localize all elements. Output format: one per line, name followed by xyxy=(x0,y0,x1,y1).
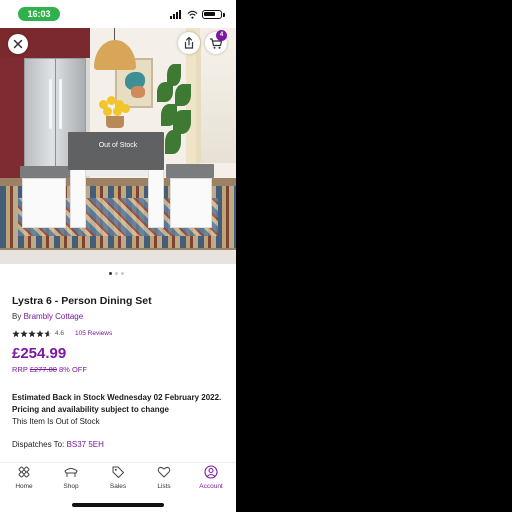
star-icon-filled xyxy=(12,330,20,338)
heart-icon xyxy=(157,466,171,478)
nav-sales-label: Sales xyxy=(109,483,127,490)
nav-shop[interactable]: Shop xyxy=(51,465,91,495)
close-button[interactable] xyxy=(8,34,28,54)
sale-price: £254.99 xyxy=(12,345,67,362)
account-icon xyxy=(204,465,218,479)
home-indicator[interactable] xyxy=(72,503,164,507)
stock-info: Estimated Back in Stock Wednesday 02 Feb… xyxy=(12,392,227,428)
battery-icon xyxy=(202,10,222,19)
dispatch-line: Dispatches To: BS37 5EH xyxy=(12,440,104,449)
flower-pot xyxy=(106,116,124,128)
star-icon-filled xyxy=(36,330,44,338)
rating-value: 4.6 xyxy=(55,330,65,337)
sales-tag-icon xyxy=(112,466,124,478)
back-in-stock-text: Estimated Back in Stock Wednesday 02 Feb… xyxy=(12,393,222,402)
window xyxy=(196,38,236,163)
review-count-link[interactable]: 105 Reviews xyxy=(75,330,112,337)
nav-lists[interactable]: Lists xyxy=(144,465,184,495)
bottom-nav: Home Shop Sales Lists Account xyxy=(0,462,236,496)
nav-shop-label: Shop xyxy=(63,483,79,490)
share-button[interactable] xyxy=(178,32,200,54)
rrp-line: RRP £277.80 8% OFF xyxy=(12,365,87,374)
nav-lists-label: Lists xyxy=(157,483,171,490)
cart-count-badge: 4 xyxy=(216,30,227,41)
dispatch-label: Dispatches To: xyxy=(12,440,65,449)
product-image[interactable]: Out of Stock xyxy=(0,28,236,264)
discount-label: 8% OFF xyxy=(59,365,87,374)
nav-account-label: Account xyxy=(199,483,223,490)
nav-account[interactable]: Account xyxy=(191,465,231,495)
home-icon xyxy=(18,466,30,478)
star-icon-filled xyxy=(28,330,36,338)
postcode-link[interactable]: BS37 5EH xyxy=(67,440,104,449)
status-bar: 16:03 xyxy=(0,0,236,28)
phone-screen: 16:03 Out of Stock 4 Lystra 6 - Person D… xyxy=(0,0,236,512)
out-of-stock-overlay: Out of Stock xyxy=(98,142,138,149)
by-label: By xyxy=(12,312,22,321)
image-carousel-dots[interactable] xyxy=(109,272,129,276)
rrp-label: RRP xyxy=(12,365,28,374)
rating-stars xyxy=(12,330,52,338)
star-icon-filled xyxy=(20,330,28,338)
pricing-note: Pricing and availability subject to chan… xyxy=(12,405,169,414)
brand-link[interactable]: Brambly Cottage xyxy=(24,312,84,321)
cabinet xyxy=(0,58,24,178)
share-icon xyxy=(184,36,194,49)
dining-table xyxy=(68,132,164,170)
close-icon xyxy=(13,39,23,49)
product-title: Lystra 6 - Person Dining Set xyxy=(12,295,152,307)
brand-line: By Brambly Cottage xyxy=(12,312,83,321)
nav-sales[interactable]: Sales xyxy=(98,465,138,495)
nav-home-label: Home xyxy=(15,483,33,490)
rrp-price: £277.80 xyxy=(29,365,57,374)
bench-left xyxy=(20,166,70,178)
shop-icon xyxy=(64,468,78,477)
battery-cap xyxy=(223,13,225,17)
stock-status: This Item Is Out of Stock xyxy=(12,417,100,426)
signal-icon xyxy=(170,10,184,19)
bench-right xyxy=(166,164,214,178)
status-time: 16:03 xyxy=(18,7,60,21)
nav-home[interactable]: Home xyxy=(4,465,44,495)
wifi-icon xyxy=(187,10,198,19)
status-icons xyxy=(170,8,226,20)
